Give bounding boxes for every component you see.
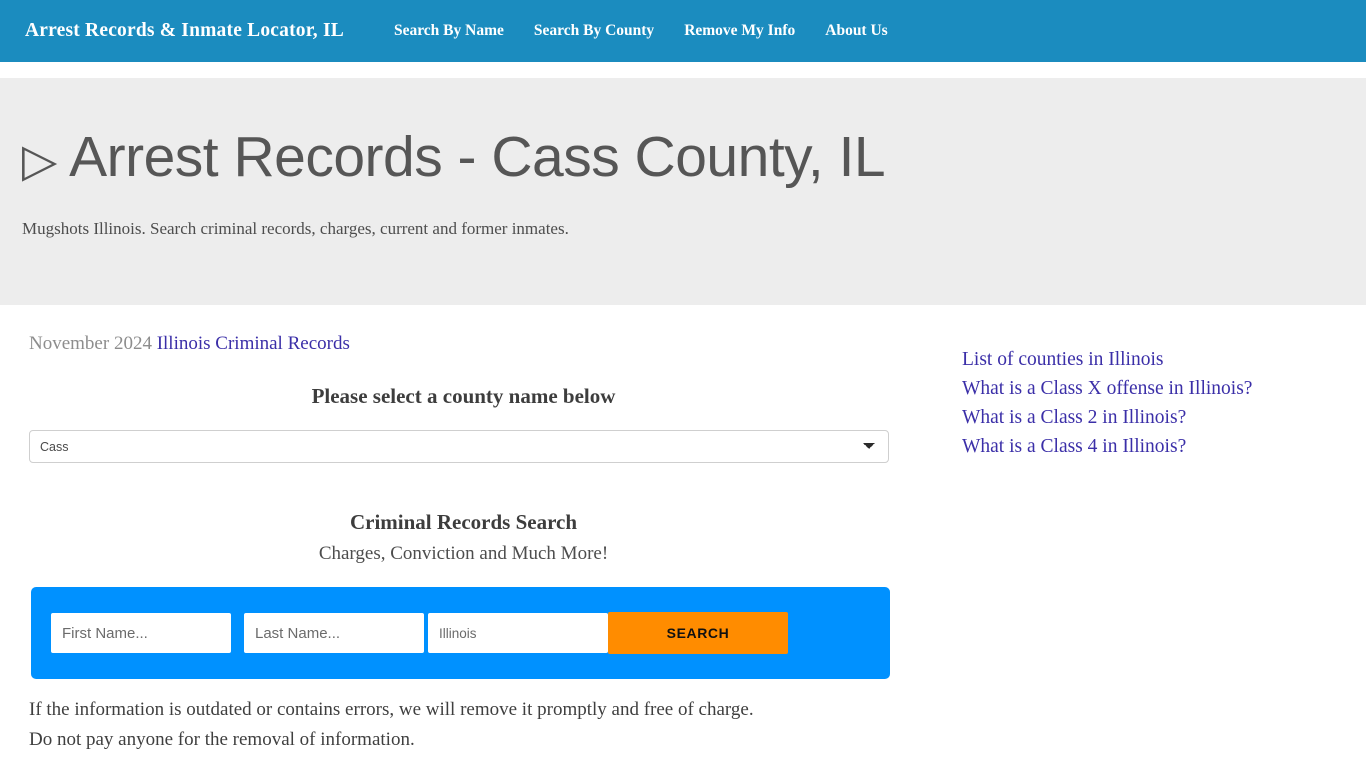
- nav-item-about-us[interactable]: About Us: [810, 22, 902, 40]
- site-header: Arrest Records & Inmate Locator, IL Sear…: [0, 0, 1366, 62]
- county-select[interactable]: Cass: [29, 430, 889, 463]
- county-select-heading: Please select a county name below: [29, 384, 930, 409]
- triangle-bullet-icon: ▷: [22, 133, 57, 187]
- first-name-input[interactable]: [51, 613, 231, 653]
- meta-date: November 2024: [29, 333, 152, 354]
- disclaimer-line-1: If the information is outdated or contai…: [29, 695, 899, 725]
- page-title: ▷ Arrest Records - Cass County, IL: [22, 126, 1344, 191]
- meta-category-link[interactable]: Illinois Criminal Records: [157, 333, 350, 354]
- brand-link[interactable]: Arrest Records & Inmate Locator, IL: [25, 20, 344, 42]
- nav-item-search-by-name[interactable]: Search By Name: [379, 22, 519, 40]
- sidebar: List of counties in Illinois What is a C…: [930, 305, 1366, 768]
- sidebar-link-class-4[interactable]: What is a Class 4 in Illinois?: [962, 432, 1366, 461]
- hero-banner: ▷ Arrest Records - Cass County, IL Mugsh…: [0, 78, 1366, 305]
- nav-item-search-by-county[interactable]: Search By County: [519, 22, 669, 40]
- search-button[interactable]: SEARCH: [608, 612, 788, 654]
- sidebar-link-class-2[interactable]: What is a Class 2 in Illinois?: [962, 403, 1366, 432]
- meta-line: November 2024 Illinois Criminal Records: [29, 331, 930, 357]
- page-body: November 2024 Illinois Criminal Records …: [0, 305, 1366, 768]
- disclaimer-line-2: Do not pay anyone for the removal of inf…: [29, 725, 899, 755]
- header-spacer: [0, 62, 1366, 78]
- state-input[interactable]: [428, 613, 608, 653]
- page-title-text: Arrest Records - Cass County, IL: [69, 125, 885, 189]
- nav-item-remove-my-info[interactable]: Remove My Info: [669, 22, 810, 40]
- main-content: November 2024 Illinois Criminal Records …: [0, 305, 930, 768]
- sidebar-link-counties-list[interactable]: List of counties in Illinois: [962, 345, 1366, 374]
- criminal-records-search-form: SEARCH: [31, 587, 890, 679]
- primary-nav: Search By Name Search By County Remove M…: [379, 22, 903, 40]
- search-subheading: Charges, Conviction and Much More!: [29, 543, 930, 565]
- search-heading: Criminal Records Search: [29, 510, 930, 535]
- hero-subtitle: Mugshots Illinois. Search criminal recor…: [22, 219, 1344, 239]
- sidebar-link-class-x[interactable]: What is a Class X offense in Illinois?: [962, 374, 1366, 403]
- last-name-input[interactable]: [244, 613, 424, 653]
- removal-disclaimer: If the information is outdated or contai…: [29, 695, 899, 755]
